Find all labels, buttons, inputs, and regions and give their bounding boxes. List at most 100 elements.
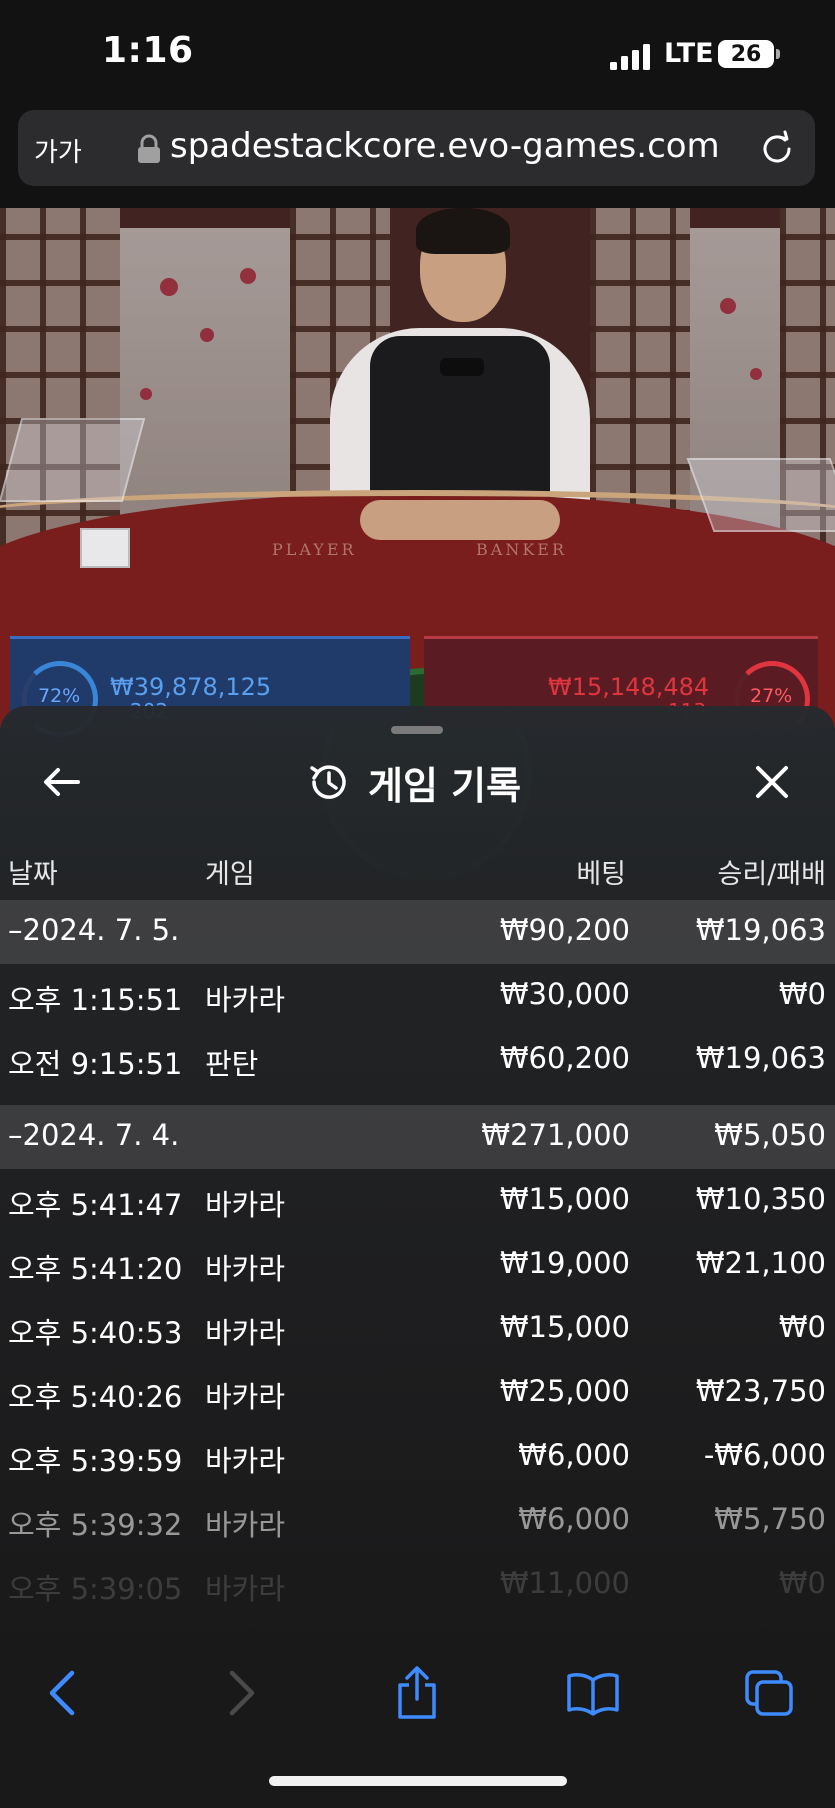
column-header-date: 날짜: [8, 859, 58, 890]
column-header-win-loss: 승리/패배: [717, 859, 826, 890]
dealer-bowtie: [440, 358, 484, 376]
row-game: 바카라: [205, 1188, 286, 1222]
row-time: 오후 5:39:59: [8, 1444, 183, 1478]
signal-strength-icon: [610, 44, 650, 70]
sheet-header: 게임 기록: [306, 752, 521, 812]
row-time: 오후 5:40:26: [8, 1380, 183, 1414]
row-bet: ₩15,000: [499, 1182, 630, 1216]
row-game: 바카라: [205, 1252, 286, 1286]
group-win-total: ₩19,063: [695, 913, 826, 947]
share-icon: [398, 1666, 436, 1719]
browser-back-button[interactable]: [28, 1658, 98, 1728]
history-row[interactable]: 오후 5:41:20 바카라 ₩19,000 ₩21,100: [0, 1233, 835, 1297]
tabs-icon: [745, 1670, 793, 1716]
clock: 1:16: [102, 30, 194, 71]
group-date: –2024. 7. 4.: [8, 1118, 180, 1152]
text-size-button[interactable]: 가가: [34, 132, 82, 169]
left-arrow-icon: [44, 768, 80, 796]
row-win: ₩5,750: [714, 1502, 826, 1536]
table-label-player: PLAYER: [272, 540, 357, 559]
banker-bet-amount: ₩15,148,484: [548, 673, 710, 701]
row-win: -₩6,000: [703, 1438, 826, 1472]
date-group-row[interactable]: –2024. 7. 4. ₩271,000 ₩5,050: [0, 1105, 835, 1169]
history-row[interactable]: 오후 5:41:47 바카라 ₩15,000 ₩10,350: [0, 1169, 835, 1233]
history-row[interactable]: 오후 5:40:26 바카라 ₩25,000 ₩23,750: [0, 1361, 835, 1425]
row-bet: ₩25,000: [499, 1374, 630, 1408]
row-time: 오후 1:15:51: [8, 983, 183, 1017]
card-shoe-right: [686, 458, 835, 532]
bookmarks-button[interactable]: [558, 1658, 628, 1728]
browser-forward-button[interactable]: [206, 1658, 276, 1728]
row-bet: ₩6,000: [518, 1502, 630, 1536]
row-bet: ₩6,000: [518, 1438, 630, 1472]
battery-icon: 26: [718, 40, 774, 68]
forward-arrow-icon: [229, 1670, 255, 1716]
close-button[interactable]: [742, 752, 802, 812]
history-row[interactable]: 오후 5:39:59 바카라 ₩6,000 -₩6,000: [0, 1425, 835, 1489]
group-bet-total: ₩90,200: [499, 913, 630, 947]
row-win: ₩23,750: [695, 1374, 826, 1408]
row-time: 오전 9:15:51: [8, 1047, 183, 1081]
tabs-button[interactable]: [734, 1658, 804, 1728]
history-row[interactable]: 오후 5:39:32 바카라 ₩6,000 ₩5,750: [0, 1489, 835, 1553]
player-bet-amount: ₩39,878,125: [110, 673, 272, 701]
lock-icon: [138, 134, 160, 163]
card-shoe-left: [0, 418, 146, 502]
dealer-hands: [360, 500, 560, 540]
network-type: LTE: [664, 38, 714, 69]
row-bet: ₩11,000: [499, 1566, 630, 1600]
row-game: 바카라: [205, 1444, 286, 1478]
row-time: 오후 5:39:05: [8, 1572, 183, 1606]
history-row[interactable]: 오후 5:39:05 바카라 ₩11,000 ₩0: [0, 1553, 835, 1617]
drag-handle[interactable]: [391, 726, 443, 734]
column-header-game: 게임: [205, 859, 255, 890]
share-button[interactable]: [382, 1658, 452, 1728]
row-win: ₩0: [778, 1310, 826, 1344]
row-bet: ₩15,000: [499, 1310, 630, 1344]
group-win-total: ₩5,050: [714, 1118, 826, 1152]
bookmarks-icon: [567, 1673, 619, 1716]
row-game: 판탄: [205, 1047, 259, 1081]
battery-level: 26: [730, 41, 762, 67]
group-bet-total: ₩271,000: [481, 1118, 630, 1152]
row-game: 바카라: [205, 1572, 286, 1606]
row-time: 오후 5:39:32: [8, 1508, 183, 1542]
history-row[interactable]: 오전 9:15:51 판탄 ₩60,200 ₩19,063: [0, 1028, 835, 1092]
row-game: 바카라: [205, 1316, 286, 1350]
row-bet: ₩60,200: [499, 1041, 630, 1075]
row-game: 바카라: [205, 1508, 286, 1542]
back-arrow-icon: [49, 1670, 75, 1716]
sheet-title: 게임 기록: [368, 763, 522, 808]
row-win: ₩19,063: [695, 1041, 826, 1075]
banker-percent: 27%: [750, 685, 793, 707]
reload-icon[interactable]: [758, 130, 796, 168]
row-win: ₩0: [778, 977, 826, 1011]
home-indicator[interactable]: [269, 1776, 567, 1786]
history-row[interactable]: 오후 1:15:51 바카라 ₩30,000 ₩0: [0, 964, 835, 1028]
back-button[interactable]: [32, 752, 92, 812]
battery-cap: [776, 49, 780, 59]
history-icon: [310, 765, 346, 799]
row-game: 바카라: [205, 1380, 286, 1414]
close-icon: [756, 766, 788, 798]
dealer-hair: [416, 208, 510, 254]
row-bet: ₩19,000: [499, 1246, 630, 1280]
history-row[interactable]: 오후 5:40:53 바카라 ₩15,000 ₩0: [0, 1297, 835, 1361]
url-text[interactable]: spadestackcore.evo-games.com: [170, 126, 720, 166]
row-win: ₩0: [778, 1566, 826, 1600]
row-win: ₩10,350: [695, 1182, 826, 1216]
address-bar[interactable]: 가가 spadestackcore.evo-games.com: [18, 110, 815, 186]
row-game: 바카라: [205, 983, 286, 1017]
row-time: 오후 5:40:53: [8, 1316, 183, 1350]
row-time: 오후 5:41:47: [8, 1188, 183, 1222]
date-group-row[interactable]: –2024. 7. 5. ₩90,200 ₩19,063: [0, 900, 835, 964]
group-date: –2024. 7. 5.: [8, 913, 180, 947]
card-stack: [80, 528, 130, 568]
row-bet: ₩30,000: [499, 977, 630, 1011]
row-time: 오후 5:41:20: [8, 1252, 183, 1286]
status-bar: 1:16 LTE 26: [0, 0, 835, 108]
row-win: ₩21,100: [695, 1246, 826, 1280]
game-history-sheet: 게임 기록 날짜 게임 베팅 승리/패배 –2024. 7. 5. ₩90,20…: [0, 706, 835, 1731]
table-label-banker: BANKER: [476, 540, 567, 559]
player-percent: 72%: [38, 685, 81, 707]
